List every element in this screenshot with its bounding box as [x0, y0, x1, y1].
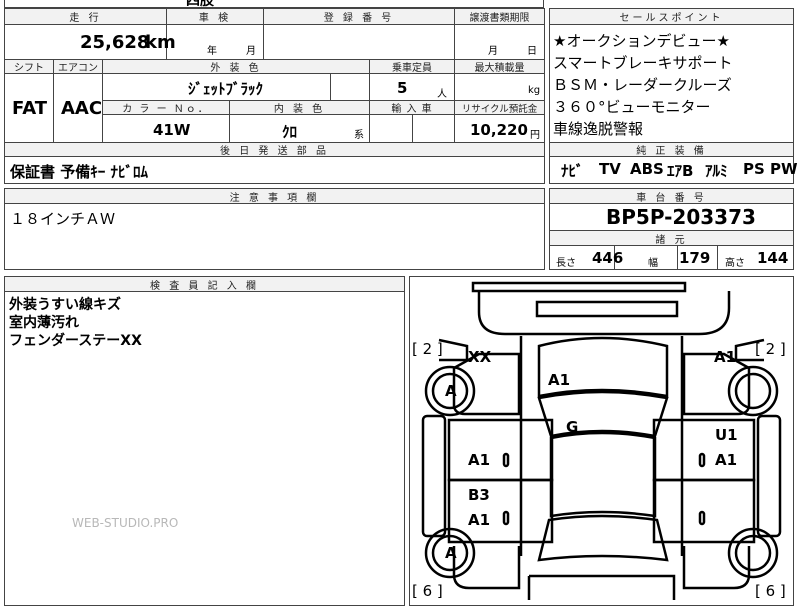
color-no-header: カ ラ ー Ｎｏ． — [102, 100, 230, 115]
mark-left-rear-door-upper: B3 — [468, 486, 490, 504]
width-label: 幅 — [648, 258, 658, 269]
mark-rear-left-wheel: A — [445, 544, 457, 562]
inspector-header: 検 査 員 記 入 欄 — [4, 276, 405, 292]
width-value: 179 — [679, 249, 711, 267]
genuine-equipment-header: 純 正 装 備 — [549, 142, 794, 157]
recycle-unit: 円 — [530, 130, 540, 141]
color-no-value: 41W — [153, 121, 191, 139]
sales-point-3: ＢＳＭ・レーダークルーズ — [553, 76, 732, 94]
bracket-top-right: [ 2 ] — [755, 340, 786, 358]
mileage-value: 25,628 — [80, 32, 150, 53]
mark-front-left-fender: XX — [468, 348, 492, 366]
specs-header: 諸 元 — [549, 230, 794, 246]
shift-value: FAT — [12, 98, 48, 119]
sales-point-5: 車線逸脱警報 — [553, 120, 644, 138]
height-value: 144 — [757, 249, 789, 267]
equipment-airbag: ｴｱB — [667, 162, 694, 180]
equipment-tv: TV — [599, 160, 621, 178]
mark-left-rear-door: A1 — [468, 511, 491, 529]
top-partial-row — [4, 0, 544, 8]
exterior-color-header: 外 装 色 — [102, 59, 370, 74]
transfer-day-label: 日 — [527, 46, 537, 57]
chassis-no-value: BP5P-203373 — [606, 205, 756, 229]
later-parts-header: 後 日 発 送 部 品 — [4, 142, 545, 157]
bracket-bottom-right: [ 6 ] — [755, 582, 786, 600]
mark-right-front-door-upper: U1 — [715, 426, 738, 444]
bracket-bottom-left: [ 6 ] — [412, 582, 443, 600]
inspector-note-1: 外装うすい線キズ — [9, 297, 121, 313]
transfer-month-label: 月 — [488, 46, 498, 57]
bracket-top-left: [ 2 ] — [412, 340, 443, 358]
recycle-value: 10,220 — [470, 121, 528, 139]
max-load-unit: kg — [528, 85, 541, 96]
notes-header: 注 意 事 項 欄 — [4, 188, 545, 204]
mark-hood: A1 — [548, 371, 571, 389]
sales-points-header: セールスポイント — [549, 8, 794, 25]
capacity-header: 乗車定員 — [369, 59, 455, 74]
chassis-no-header: 車 台 番 号 — [549, 188, 794, 204]
aircon-value: AAC — [61, 98, 103, 119]
shift-header: シフト — [4, 59, 54, 74]
mark-front-left-wheel: A — [445, 382, 457, 400]
mark-front-right-fender: A1 — [714, 348, 737, 366]
aircon-header: エアコン — [53, 59, 103, 74]
mark-right-front-door: A1 — [715, 451, 738, 469]
length-value: 446 — [592, 249, 624, 267]
inspector-note-3: フェンダーステーXX — [9, 333, 142, 349]
later-parts-value: 保証書 予備ｷｰ ﾅﾋﾞﾛﾑ — [10, 163, 148, 181]
inspector-note-2: 室内薄汚れ — [9, 315, 79, 331]
capacity-value: 5 — [397, 79, 408, 97]
max-load-header: 最大積載量 — [454, 59, 545, 74]
inspection-header: 車 検 — [166, 8, 264, 25]
mark-left-front-door: A1 — [468, 451, 491, 469]
sales-point-2: スマートブレーキサポート — [553, 54, 733, 72]
equipment-navi: ﾅﾋﾞ — [561, 162, 584, 180]
inspection-year-label: 年 — [207, 46, 217, 57]
registration-header: 登 録 番 号 — [263, 8, 455, 25]
recycle-header: リサイクル預託金 — [454, 100, 545, 115]
import-header: 輸 入 車 — [369, 100, 455, 115]
equipment-abs: ABS — [630, 160, 664, 178]
mileage-header: 走 行 — [4, 8, 167, 25]
equipment-pw: PW — [770, 160, 798, 178]
sales-point-4: ３６０°ビューモニター — [553, 98, 711, 116]
exterior-color-value: ｼﾞｪｯﾄﾌﾞﾗｯｸ — [188, 80, 264, 98]
sales-point-1: ★オークションデビュー★ — [553, 32, 730, 50]
mileage-unit: km — [145, 32, 176, 53]
interior-color-value: ｸﾛ — [282, 123, 298, 141]
interior-color-header: 内 装 色 — [229, 100, 370, 115]
equipment-alloy: ｱﾙﾐ — [705, 162, 728, 180]
height-label: 高さ — [725, 258, 745, 269]
interior-color-suffix: 系 — [354, 130, 364, 141]
inspection-month-label: 月 — [246, 46, 256, 57]
notes-value: １８インチＡＷ — [10, 210, 116, 228]
capacity-unit: 人 — [437, 89, 447, 100]
equipment-ps: PS — [743, 160, 765, 178]
watermark: WEB-STUDIO.PRO — [72, 516, 179, 530]
transfer-deadline-header: 譲渡書類期限 — [454, 8, 545, 25]
length-label: 長さ — [556, 258, 576, 269]
mark-roof: G — [566, 418, 579, 436]
